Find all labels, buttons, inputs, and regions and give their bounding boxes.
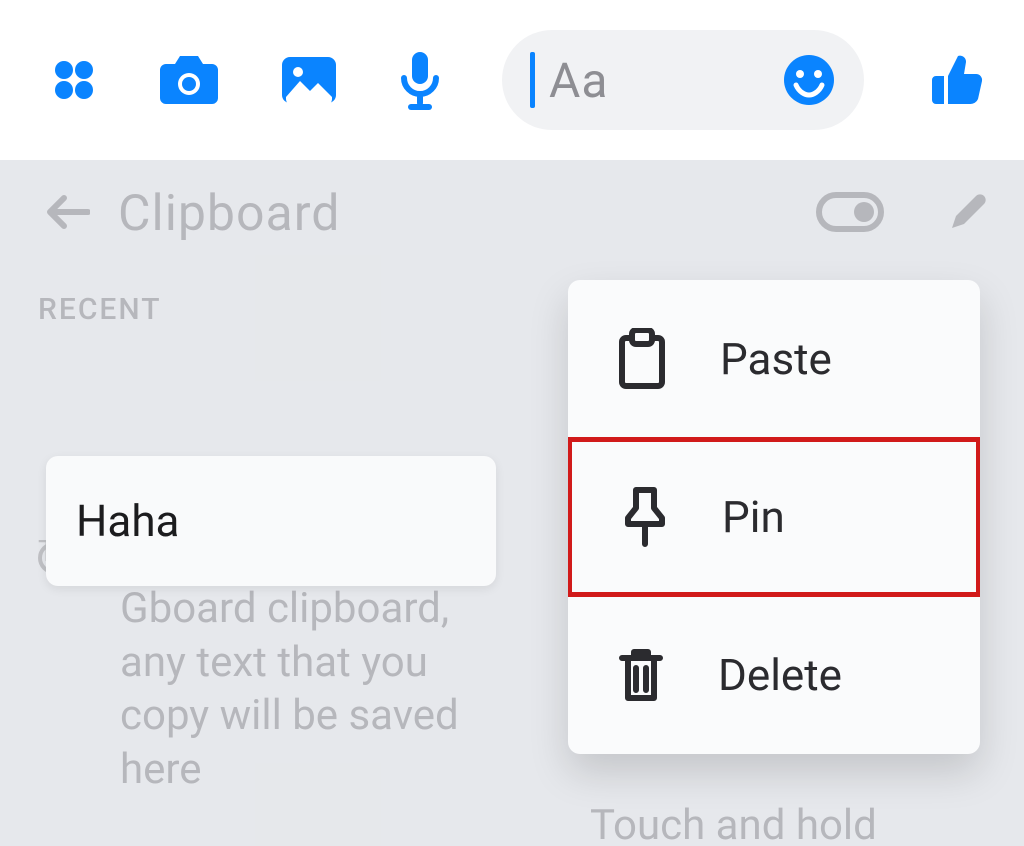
menu-item-label: Paste — [720, 333, 832, 385]
message-placeholder: Aa — [549, 52, 608, 109]
menu-item-label: Delete — [718, 649, 842, 701]
menu-item-delete[interactable]: Delete — [568, 596, 980, 754]
mic-icon[interactable] — [398, 50, 442, 110]
menu-item-label: Pin — [722, 491, 785, 543]
clip-chip-text: Haha — [76, 495, 180, 547]
apps-icon[interactable] — [50, 56, 98, 104]
image-icon[interactable] — [280, 55, 338, 105]
text-caret — [530, 52, 535, 108]
compose-bar: Aa — [0, 0, 1024, 160]
camera-icon[interactable] — [158, 54, 220, 106]
menu-item-pin[interactable]: Pin — [568, 437, 980, 597]
emoji-icon[interactable] — [782, 53, 836, 107]
pin-icon — [620, 486, 670, 548]
menu-item-paste[interactable]: Paste — [568, 280, 980, 438]
message-input[interactable]: Aa — [502, 30, 864, 130]
clipboard-icon — [616, 328, 668, 390]
clip-chip-selected[interactable]: Haha — [46, 456, 496, 586]
clipboard-panel: Clipboard RECENT T Welcome to Gboard cli… — [0, 160, 1024, 846]
context-menu: Paste Pin Delete — [568, 280, 980, 754]
thumbs-up-icon[interactable] — [924, 50, 984, 110]
trash-icon — [616, 646, 666, 704]
